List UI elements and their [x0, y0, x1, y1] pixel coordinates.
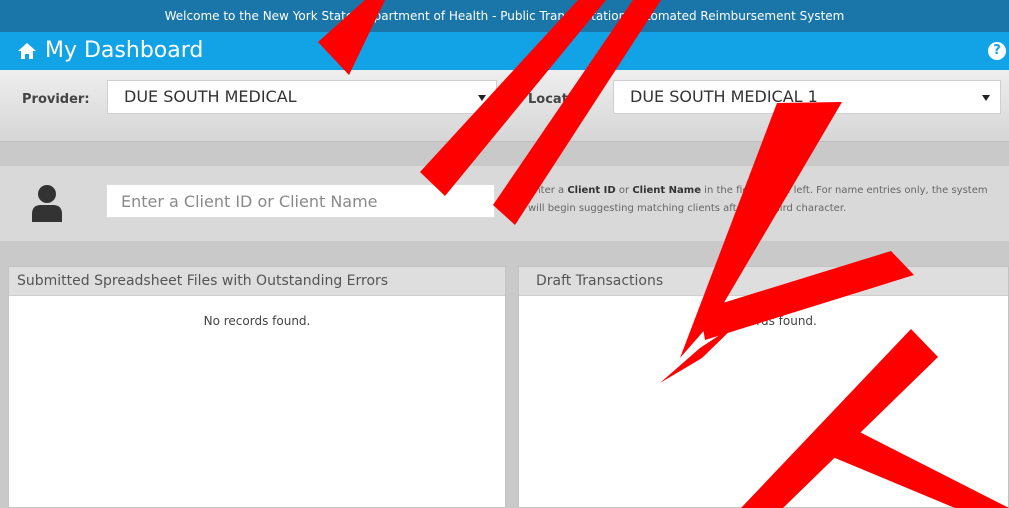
page-title: My Dashboard [45, 38, 204, 63]
location-select[interactable]: DUE SOUTH MEDICAL 1 [613, 80, 1001, 114]
outstanding-errors-panel: Submitted Spreadsheet Files with Outstan… [8, 266, 506, 508]
help-icon[interactable]: ? [988, 42, 1006, 60]
location-label: Location: [528, 92, 596, 107]
separator-band [0, 241, 1009, 266]
provider-select[interactable]: DUE SOUTH MEDICAL [107, 80, 497, 114]
person-icon [32, 185, 62, 222]
draft-transactions-panel: Draft Transactions No records found. [518, 266, 1009, 508]
help-text-client-name: Client Name [632, 185, 701, 196]
help-glyph: ? [993, 43, 1001, 58]
panel-title: Submitted Spreadsheet Files with Outstan… [9, 267, 505, 296]
empty-message: No records found. [203, 314, 311, 328]
help-text: or [615, 185, 633, 196]
location-select-value: DUE SOUTH MEDICAL 1 [630, 87, 818, 106]
separator-band [0, 142, 1009, 166]
dashboard-header: My Dashboard ? [0, 32, 1009, 70]
client-search-help: Enter a Client ID or Client Name in the … [528, 182, 1006, 218]
help-text-client-id: Client ID [567, 185, 616, 196]
client-search-input[interactable] [106, 184, 495, 218]
empty-message: No records found. [710, 314, 817, 328]
chevron-down-icon [982, 95, 990, 101]
filter-bar: Provider: DUE SOUTH MEDICAL Location: DU… [0, 70, 1009, 142]
dashboard-page: Welcome to the New York State Department… [0, 0, 1009, 508]
welcome-banner-text: Welcome to the New York State Department… [164, 9, 845, 23]
provider-select-value: DUE SOUTH MEDICAL [124, 87, 297, 106]
provider-label: Provider: [22, 92, 90, 107]
help-text: Enter a [528, 185, 568, 196]
home-icon[interactable] [18, 43, 36, 59]
welcome-banner: Welcome to the New York State Department… [0, 0, 1009, 32]
chevron-down-icon [478, 95, 486, 101]
panel-title: Draft Transactions [519, 267, 1008, 296]
client-search-section: Enter a Client ID or Client Name in the … [0, 166, 1009, 241]
